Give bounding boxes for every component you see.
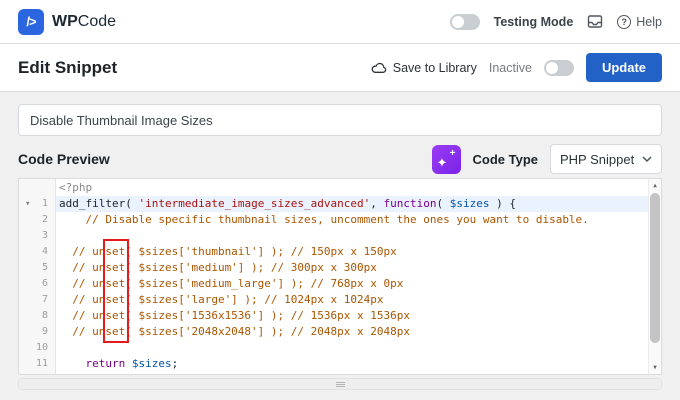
code-line[interactable] (56, 340, 648, 356)
top-bar-actions: Testing Mode ? Help (449, 13, 662, 30)
wpcode-edit-snippet-page: /> WPCode Testing Mode ? Help Edit Snipp… (0, 0, 680, 400)
scrollbar-thumb[interactable] (650, 193, 660, 343)
snippet-title-input[interactable] (18, 104, 662, 136)
code-editor[interactable]: ▾ 1 2 3 4 5 6 7 8 9 10 11 <?php add_filter( 'interme… (18, 178, 662, 375)
scroll-up-arrow-icon[interactable]: ▲ (649, 182, 661, 189)
toggle-knob-icon (451, 15, 464, 28)
wpcode-brand: /> WPCode (18, 8, 117, 35)
page-header-actions: Save to Library Inactive Update (371, 53, 662, 82)
save-to-library-label: Save to Library (392, 60, 477, 75)
code-line[interactable]: add_filter( 'intermediate_image_sizes_ad… (56, 196, 648, 212)
code-type-label: Code Type (472, 151, 539, 167)
inbox-icon[interactable] (587, 14, 603, 29)
line-number: 9 (41, 326, 48, 337)
status-label: Inactive (488, 60, 532, 75)
update-button[interactable]: Update (585, 53, 662, 82)
ai-generate-button[interactable]: ✦ + (431, 144, 461, 174)
active-status-toggle[interactable] (543, 59, 574, 76)
code-type-controls: ✦ + Code Type PHP Snippet (431, 144, 662, 174)
plus-icon: + (449, 147, 456, 159)
wpcode-logo-icon: /> (18, 8, 44, 35)
line-number: 4 (41, 246, 48, 257)
editor-vertical-scrollbar[interactable]: ▲ ▼ (648, 179, 661, 374)
question-mark-icon: ? (617, 14, 632, 29)
sparkle-icon: ✦ (436, 154, 448, 170)
code-preview-header: Code Preview ✦ + Code Type PHP Snippet (18, 144, 662, 174)
page-header: Edit Snippet Save to Library Inactive Up… (0, 44, 680, 92)
code-line[interactable]: // unset( $sizes['2048x2048'] ); // 2048… (56, 324, 648, 340)
brand-name: WPCode (52, 12, 117, 30)
page-title: Edit Snippet (18, 57, 118, 77)
code-line[interactable]: // unset( $sizes['1536x1536'] ); // 1536… (56, 308, 648, 324)
code-preview-heading: Code Preview (18, 151, 110, 167)
code-line[interactable]: // unset( $sizes['large'] ); // 1024px x… (56, 292, 648, 308)
help-label: Help (636, 14, 662, 29)
line-number: 2 (41, 214, 48, 225)
editor-horizontal-scrollbar[interactable] (18, 378, 662, 390)
line-number: ▾ 1 (19, 196, 55, 212)
code-line[interactable]: // unset( $sizes['thumbnail'] ); // 150p… (56, 244, 648, 260)
line-number: 11 (35, 358, 48, 369)
line-number: 3 (41, 230, 48, 241)
fold-arrow-icon[interactable]: ▾ (25, 196, 30, 212)
chevron-down-icon (642, 156, 652, 162)
editor-gutter: ▾ 1 2 3 4 5 6 7 8 9 10 11 (19, 179, 56, 374)
cloud-icon (371, 62, 386, 73)
code-line[interactable]: // Disable specific thumbnail sizes, unc… (56, 212, 648, 228)
line-number: 6 (41, 278, 48, 289)
code-line[interactable]: <?php (56, 180, 648, 196)
line-number: 10 (35, 342, 48, 353)
code-line[interactable] (56, 228, 648, 244)
line-number: 5 (41, 262, 48, 273)
save-to-library-button[interactable]: Save to Library (371, 61, 477, 75)
testing-mode-label: Testing Mode (493, 14, 574, 29)
content-area: Code Preview ✦ + Code Type PHP Snippet ▾… (0, 92, 680, 390)
line-number: 7 (41, 294, 48, 305)
resize-grip-icon[interactable] (335, 381, 345, 387)
code-line[interactable]: // unset( $sizes['medium'] ); // 300px x… (56, 260, 648, 276)
top-bar: /> WPCode Testing Mode ? Help (0, 0, 680, 44)
code-type-select[interactable]: PHP Snippet (550, 144, 662, 174)
scroll-down-arrow-icon[interactable]: ▼ (649, 364, 661, 371)
help-button[interactable]: ? Help (617, 14, 662, 29)
testing-mode-toggle[interactable] (449, 13, 480, 30)
line-number: 8 (41, 310, 48, 321)
line-number (19, 180, 55, 196)
code-line[interactable]: // unset( $sizes['medium_large'] ); // 7… (56, 276, 648, 292)
code-type-value: PHP Snippet (560, 151, 635, 167)
editor-code[interactable]: <?php add_filter( 'intermediate_image_siz… (56, 179, 648, 374)
code-line[interactable]: return $sizes; (56, 356, 648, 372)
toggle-knob-icon (545, 61, 558, 74)
